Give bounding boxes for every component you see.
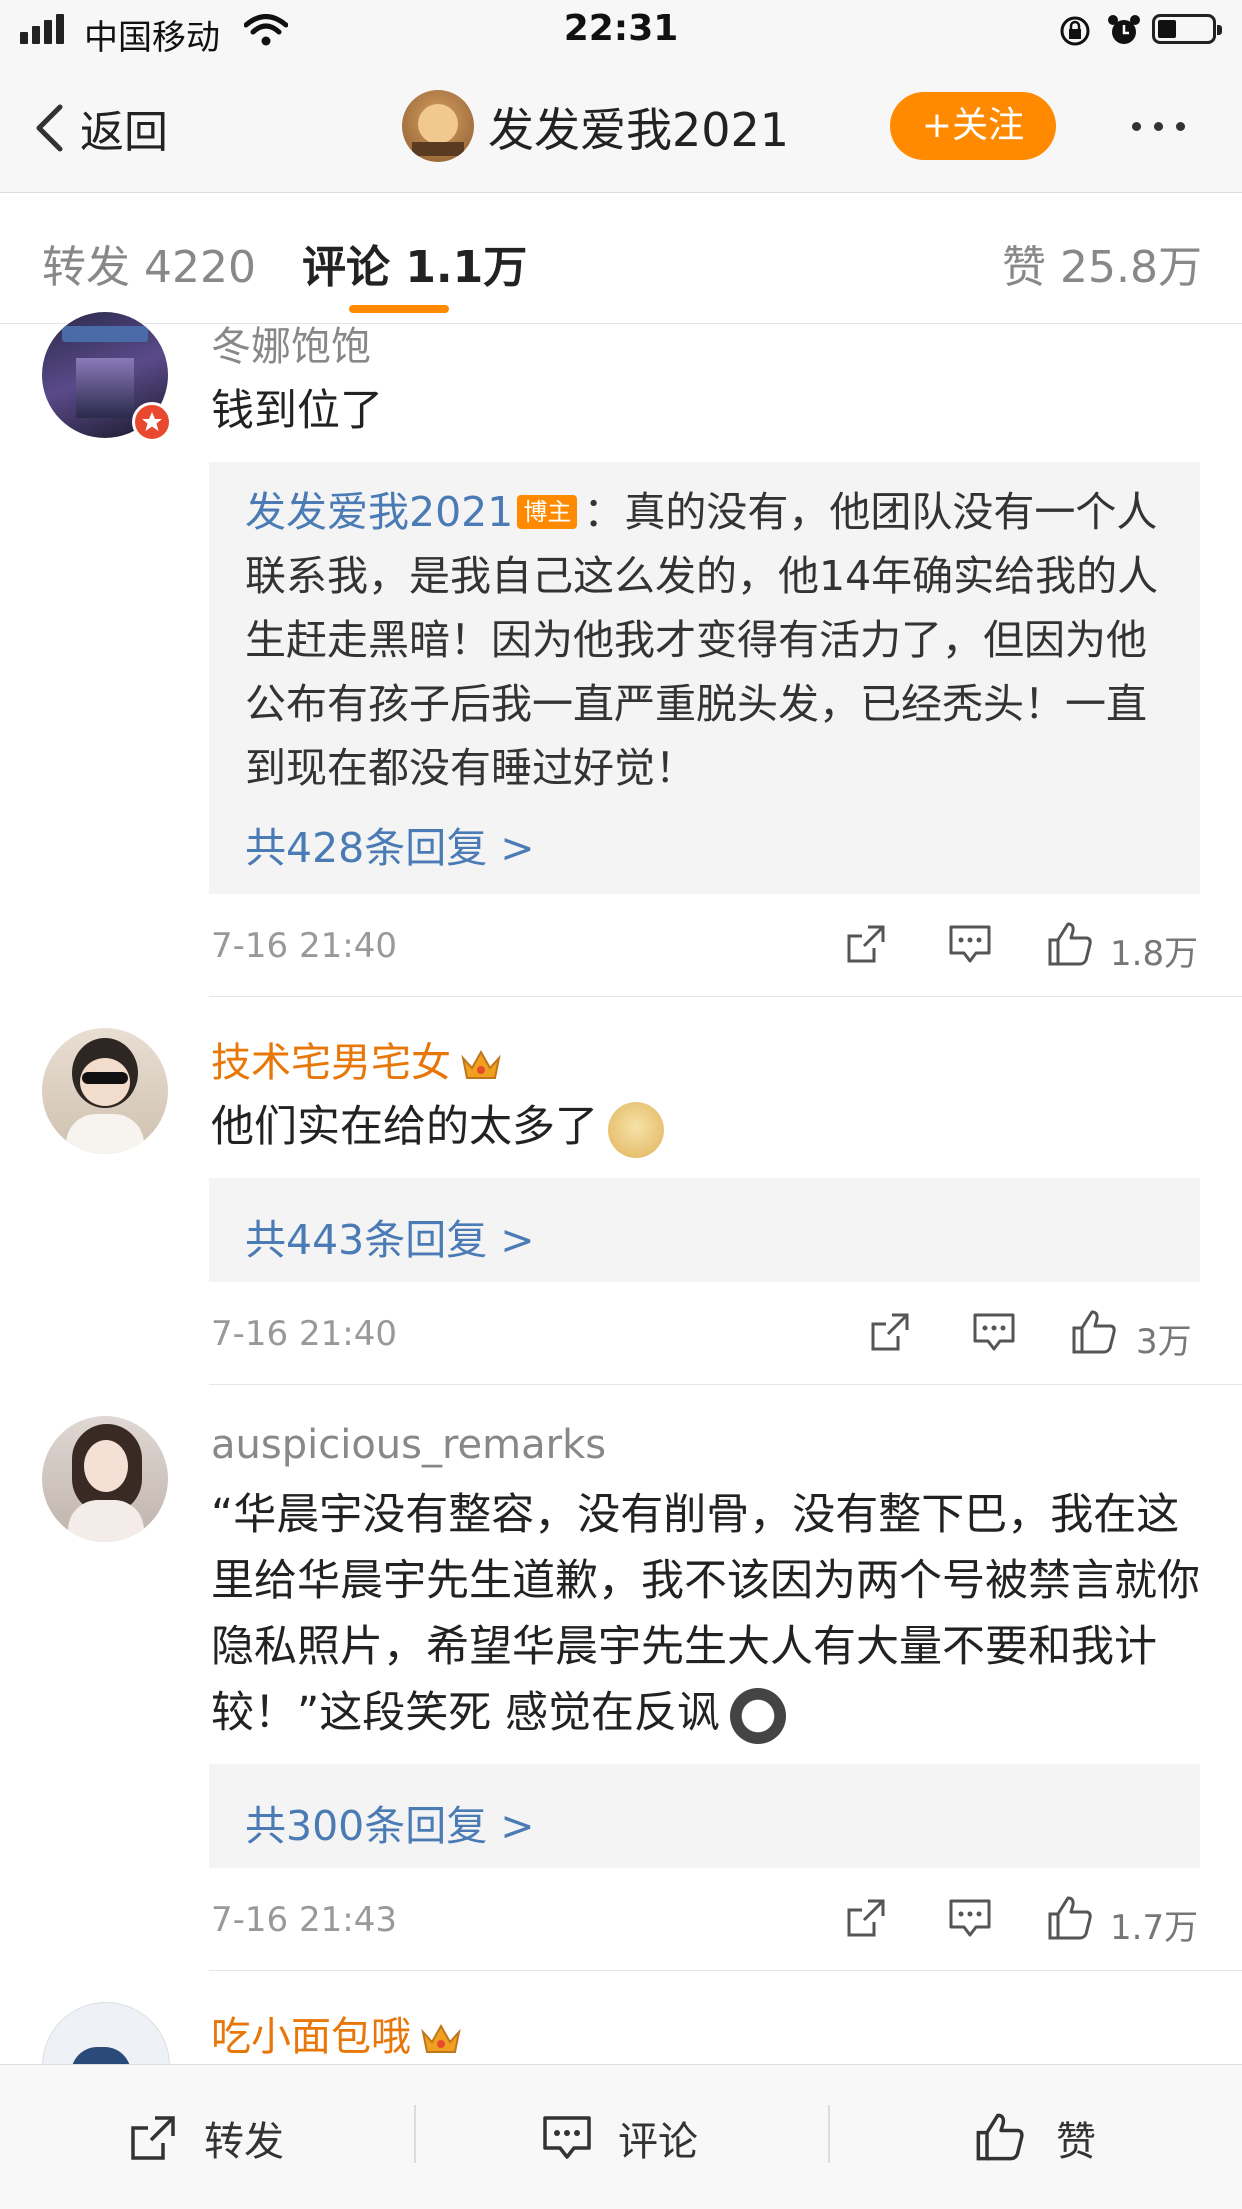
comment-icon[interactable] — [972, 1312, 1016, 1354]
like-count: 3万 — [1136, 1322, 1192, 1362]
comment-icon[interactable] — [948, 1898, 992, 1940]
divider — [209, 1384, 1242, 1385]
like-icon[interactable] — [1046, 920, 1094, 968]
alarm-icon — [1108, 15, 1140, 44]
comment-username[interactable]: auspicious_remarks — [211, 1422, 606, 1468]
status-bar: 中国移动 22:31 — [0, 0, 1242, 62]
separator — [828, 2105, 830, 2163]
like-count: 1.8万 — [1110, 934, 1199, 974]
verified-badge-icon — [132, 402, 172, 442]
like-icon — [976, 2113, 1024, 2161]
comment-time: 7-16 21:40 — [211, 1314, 397, 1354]
share-icon[interactable] — [868, 1310, 912, 1354]
clock: 22:31 — [563, 8, 679, 49]
comment-username[interactable]: 技术宅男宅女 — [211, 1030, 503, 1088]
share-icon[interactable] — [844, 922, 888, 966]
tab-comments[interactable]: 评论 1.1万 — [302, 231, 527, 295]
reply-preview[interactable]: 发发爱我2021 博主 ：真的没有，他团队没有一个人联系我，是我自己这么发的，他14… — [209, 462, 1200, 894]
like-icon[interactable] — [1070, 1308, 1118, 1356]
tab-reposts[interactable]: 转发 4220 — [42, 231, 256, 295]
like-label[interactable]: 赞 — [1056, 2109, 1096, 2167]
avatar[interactable] — [42, 1416, 168, 1542]
repost-label[interactable]: 转发 — [204, 2109, 284, 2167]
comment-icon — [543, 2116, 591, 2159]
comment-time: 7-16 21:40 — [211, 926, 397, 966]
doge-emoji-icon — [608, 1101, 664, 1158]
battery-icon — [1152, 14, 1222, 44]
follow-button[interactable]: +关注 — [890, 92, 1056, 160]
comment-username[interactable]: 吃小面包哦 — [211, 2004, 463, 2062]
like-button[interactable]: 赞 — [970, 2089, 1130, 2185]
comment-text: 钱到位了 — [211, 386, 383, 436]
repost-icon — [131, 2116, 175, 2160]
reply-count-link[interactable]: 共443条回复 > — [245, 1206, 535, 1266]
chevron-left-icon — [36, 104, 63, 152]
divider — [209, 996, 1242, 997]
comment-username[interactable]: 冬娜饱饱 — [211, 314, 371, 372]
comment-text: “华晨宇没有整容，没有削骨，没有整下巴，我在这里给华晨宇先生道歉，我不该因为两个… — [211, 1482, 1201, 1746]
like-count: 1.7万 — [1110, 1908, 1199, 1948]
comment-label[interactable]: 评论 — [618, 2109, 698, 2167]
comment-icon[interactable] — [948, 924, 992, 966]
comment-button[interactable]: 评论 — [534, 2089, 734, 2185]
vip-crown-icon — [461, 1049, 501, 1079]
reply-count-link[interactable]: 共428条回复 > — [245, 814, 535, 874]
tab-bar: 转发 4220 评论 1.1万 赞 25.8万 — [0, 193, 1242, 324]
reply-author[interactable]: 发发爱我2021 — [245, 488, 513, 536]
page-title: 发发爱我2021 — [488, 103, 790, 157]
blogger-badge: 博主 — [517, 495, 578, 529]
tab-likes[interactable]: 赞 25.8万 — [1002, 231, 1202, 295]
divider — [209, 1970, 1242, 1971]
like-icon[interactable] — [1046, 1894, 1094, 1942]
separator — [414, 2105, 416, 2163]
comment-text: 他们实在给的太多了 — [211, 1094, 1201, 1160]
active-tab-indicator — [349, 305, 449, 313]
avatar[interactable] — [42, 1028, 168, 1154]
bottom-action-bar: 转发 评论 赞 — [0, 2064, 1242, 2209]
reply-preview[interactable]: 共443条回复 > — [209, 1178, 1200, 1282]
back-label[interactable]: 返回 — [80, 96, 168, 160]
repost-button[interactable]: 转发 — [120, 2089, 320, 2185]
husky-emoji-icon — [729, 1687, 786, 1744]
vip-crown-icon — [421, 2023, 461, 2053]
nav-bar: 返回 发发爱我2021 +关注 — [0, 62, 1242, 193]
rotation-lock-icon — [1060, 16, 1090, 46]
reply-preview[interactable]: 共300条回复 > — [209, 1764, 1200, 1868]
reply-text: 发发爱我2021 博主 ：真的没有，他团队没有一个人联系我，是我自己这么发的，他14… — [245, 480, 1165, 800]
share-icon[interactable] — [844, 1896, 888, 1940]
blogger-avatar[interactable] — [402, 90, 474, 162]
reply-count-link[interactable]: 共300条回复 > — [245, 1792, 535, 1852]
comment-time: 7-16 21:43 — [211, 1900, 397, 1940]
